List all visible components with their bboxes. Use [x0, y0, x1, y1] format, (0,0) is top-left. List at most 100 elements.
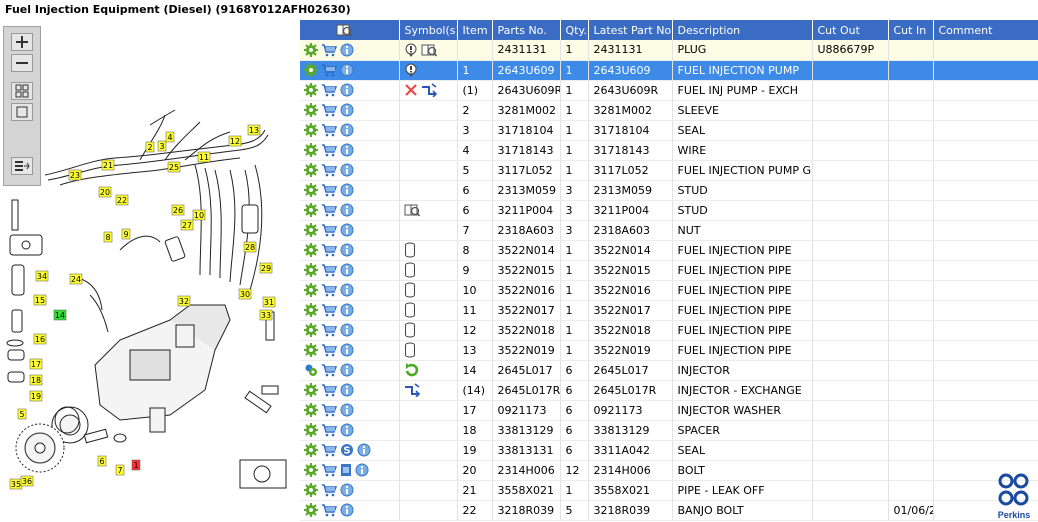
gears-icon[interactable] — [304, 363, 318, 377]
info-icon[interactable] — [340, 103, 354, 117]
callout-20[interactable]: 20 — [98, 186, 112, 198]
info-icon[interactable] — [340, 143, 354, 157]
gear-icon[interactable] — [304, 423, 318, 437]
gear-icon[interactable] — [304, 243, 318, 257]
callout-30[interactable]: 30 — [238, 288, 252, 300]
info-icon[interactable] — [340, 503, 354, 517]
header-actions[interactable] — [300, 20, 400, 40]
table-row[interactable]: 5 3117L052 1 3117L052 FUEL INJECTION PUMP GE… — [300, 160, 1038, 181]
fit-width-button[interactable] — [11, 103, 33, 121]
table-row[interactable]: 1 2643U609 1 2643U609 FUEL INJECTION PUMP — [300, 60, 1038, 81]
cart-icon[interactable] — [321, 383, 337, 397]
gear-icon[interactable] — [304, 303, 318, 317]
info-icon[interactable] — [340, 263, 354, 277]
callout-14[interactable]: 14 — [53, 309, 67, 321]
cart-icon[interactable] — [321, 183, 337, 197]
callout-13[interactable]: 13 — [247, 124, 261, 136]
table-row[interactable]: (14) 2645L017R 6 2645L017R INJECTOR - EXCHAN… — [300, 380, 1038, 401]
gear-icon[interactable] — [304, 403, 318, 417]
table-row[interactable]: 2431131 1 2431131 PLUG U886679P — [300, 40, 1038, 61]
gear-icon[interactable] — [304, 103, 318, 117]
gear-icon[interactable] — [304, 263, 318, 277]
table-row[interactable]: 18 33813129 6 33813129 SPACER — [300, 420, 1038, 441]
table-row[interactable]: 20 2314H006 12 2314H006 BOLT — [300, 460, 1038, 481]
gear-icon[interactable] — [304, 443, 318, 457]
callout-15[interactable]: 15 — [33, 294, 47, 306]
callout-34[interactable]: 34 — [35, 270, 49, 282]
callout-29[interactable]: 29 — [259, 262, 273, 274]
gear-icon[interactable] — [304, 323, 318, 337]
table-row[interactable]: 4 31718143 1 31718143 WIRE — [300, 140, 1038, 161]
callout-10[interactable]: 10 — [192, 209, 206, 221]
header-symbols[interactable]: Symbol(s) — [399, 20, 458, 40]
table-row[interactable]: 9 3522N015 1 3522N015 FUEL INJECTION PIPE — [300, 260, 1038, 281]
callout-24[interactable]: 24 — [69, 273, 83, 285]
gear-icon[interactable] — [304, 143, 318, 157]
info-icon[interactable] — [340, 423, 354, 437]
info-icon[interactable] — [357, 443, 371, 457]
info-icon[interactable] — [340, 363, 354, 377]
diagram-canvas[interactable]: 12 345678 91011121314151617181920212223242… — [0, 20, 298, 522]
zoom-out-button[interactable] — [11, 54, 33, 72]
callout-7[interactable]: 7 — [115, 464, 125, 476]
gear-icon[interactable] — [304, 183, 318, 197]
callout-28[interactable]: 28 — [243, 241, 257, 253]
gear-icon[interactable] — [304, 383, 318, 397]
info-icon[interactable] — [340, 323, 354, 337]
gear-icon[interactable] — [304, 42, 318, 57]
gear-icon[interactable] — [304, 223, 318, 237]
info-icon[interactable] — [340, 123, 354, 137]
info-icon[interactable] — [340, 63, 354, 77]
gear-icon[interactable] — [304, 163, 318, 177]
cart-icon[interactable] — [321, 223, 337, 237]
cart-icon[interactable] — [321, 263, 337, 277]
info-icon[interactable] — [340, 283, 354, 297]
callout-19[interactable]: 19 — [29, 390, 43, 402]
gear-icon[interactable] — [304, 63, 318, 77]
info-icon[interactable] — [355, 463, 369, 477]
table-row[interactable]: 14 2645L017 6 2645L017 INJECTOR — [300, 360, 1038, 381]
callout-1[interactable]: 1 — [131, 459, 141, 471]
table-row[interactable]: 11 3522N017 1 3522N017 FUEL INJECTION PIPE — [300, 300, 1038, 321]
callout-12[interactable]: 12 — [228, 135, 242, 147]
callout-32[interactable]: 32 — [177, 295, 191, 307]
cart-icon[interactable] — [321, 163, 337, 177]
cart-icon[interactable] — [321, 123, 337, 137]
table-row[interactable]: 6 3211P004 3 3211P004 STUD — [300, 200, 1038, 221]
search-catalog-icon[interactable] — [336, 23, 352, 37]
info-icon[interactable] — [340, 403, 354, 417]
gear-icon[interactable] — [304, 503, 318, 517]
exploded-parts-diagram[interactable]: 1 2 3 4 5 6 7 8 9 10 11 12 13 14 15 16 17 18 19 20 21 22 23 24 2… — [0, 20, 298, 522]
table-row[interactable]: 2 3281M002 1 3281M002 SLEEVE — [300, 100, 1038, 121]
callout-3[interactable]: 3 — [157, 140, 167, 152]
callout-4[interactable]: 4 — [165, 131, 175, 143]
info-icon[interactable] — [340, 483, 354, 497]
cart-icon[interactable] — [321, 463, 337, 477]
callout-22[interactable]: 22 — [115, 194, 129, 206]
callout-27[interactable]: 27 — [180, 219, 194, 231]
cart-icon[interactable] — [321, 83, 337, 97]
header-comment[interactable]: Comment — [933, 20, 1038, 40]
callout-16[interactable]: 16 — [33, 333, 47, 345]
cart-icon[interactable] — [321, 363, 337, 377]
callout-36[interactable]: 36 — [20, 475, 34, 487]
info-icon[interactable] — [340, 43, 354, 57]
cart-icon[interactable] — [321, 303, 337, 317]
header-cut-out[interactable]: Cut Out — [812, 20, 889, 40]
callout-21[interactable]: 21 — [101, 159, 115, 171]
table-row[interactable]: 17 0921173 6 0921173 INJECTOR WASHER — [300, 400, 1038, 421]
header-parts-no[interactable]: Parts No. — [492, 20, 561, 40]
export-list-button[interactable] — [11, 157, 33, 175]
info-icon[interactable] — [340, 83, 354, 97]
cart-icon[interactable] — [321, 143, 337, 157]
table-row[interactable]: 13 3522N019 1 3522N019 FUEL INJECTION PIPE — [300, 340, 1038, 361]
callout-5[interactable]: 5 — [17, 408, 27, 420]
callout-9[interactable]: 9 — [121, 228, 131, 240]
info-icon[interactable] — [340, 343, 354, 357]
table-row[interactable]: 6 2313M059 3 2313M059 STUD — [300, 180, 1038, 201]
callout-33[interactable]: 33 — [259, 309, 273, 321]
s-badge-icon[interactable]: S — [340, 443, 354, 457]
callout-2[interactable]: 2 — [145, 141, 155, 153]
callout-11[interactable]: 11 — [197, 151, 211, 163]
callout-8[interactable]: 8 — [103, 231, 113, 243]
